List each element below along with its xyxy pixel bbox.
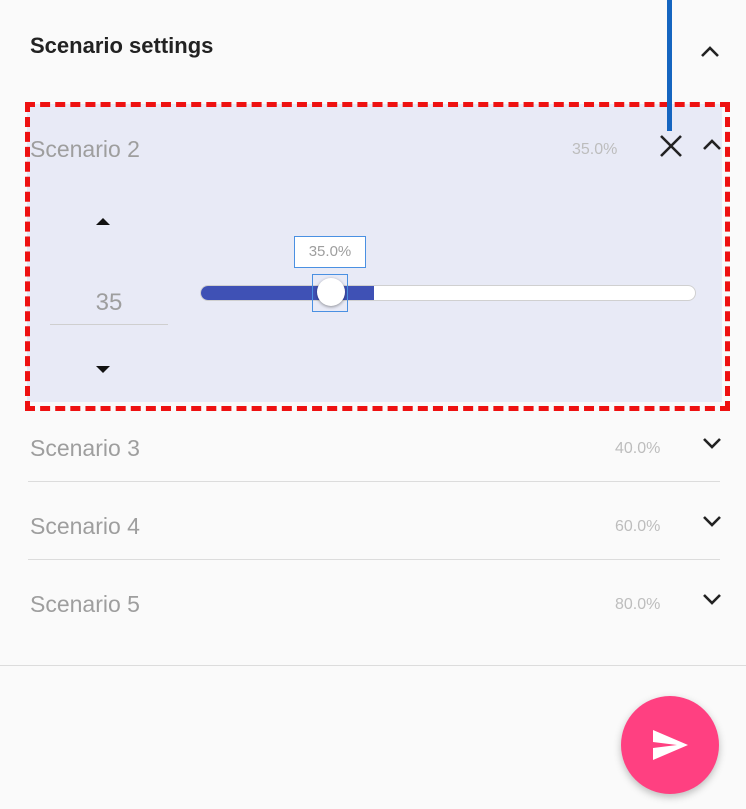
- chevron-up-icon[interactable]: [698, 134, 726, 156]
- quantity-stepper[interactable]: 35: [50, 282, 168, 325]
- scenario-item-label[interactable]: Scenario 3: [30, 435, 140, 462]
- divider: [0, 665, 746, 666]
- chevron-up-icon[interactable]: [696, 40, 724, 64]
- percent-slider[interactable]: [200, 285, 696, 301]
- send-button[interactable]: [621, 696, 719, 794]
- slider-thumb-knob: [317, 278, 345, 306]
- triangle-up-icon[interactable]: [92, 214, 114, 228]
- chevron-down-icon[interactable]: [698, 510, 726, 532]
- chevron-down-icon[interactable]: [698, 588, 726, 610]
- scenario-name: Scenario 2: [30, 136, 140, 162]
- scenario-percent: 35.0%: [572, 141, 618, 158]
- annotation-pointer: [667, 0, 672, 131]
- scenario-settings-panel: Scenario settings Scenario 2 35.0% 35 35…: [0, 0, 746, 809]
- close-icon[interactable]: [656, 131, 686, 161]
- scenario-item-label[interactable]: Scenario 5: [30, 591, 140, 618]
- slider-thumb[interactable]: [312, 274, 348, 312]
- scenario-percent: 40.0%: [615, 440, 661, 457]
- divider: [28, 481, 720, 482]
- divider: [28, 559, 720, 560]
- send-icon: [653, 730, 688, 760]
- triangle-down-icon[interactable]: [92, 362, 114, 376]
- section-title: Scenario settings: [30, 33, 214, 58]
- slider-tooltip: 35.0%: [294, 236, 366, 268]
- scenario-percent: 60.0%: [615, 518, 661, 535]
- chevron-down-icon[interactable]: [698, 432, 726, 454]
- scenario-item-label[interactable]: Scenario 4: [30, 513, 140, 540]
- scenario-percent: 80.0%: [615, 596, 661, 613]
- section-header[interactable]: Scenario settings: [0, 0, 746, 100]
